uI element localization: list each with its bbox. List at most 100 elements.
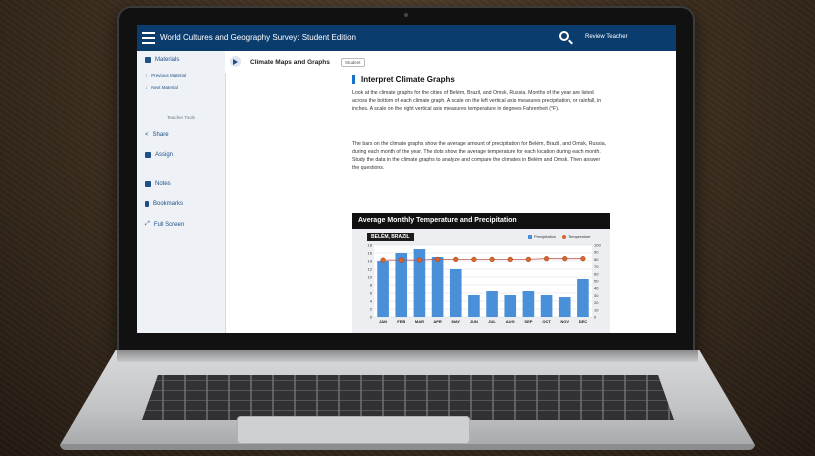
y-right-tick-label: 30 — [594, 293, 599, 298]
x-tick-label: JUN — [470, 319, 478, 324]
chart-title: Average Monthly Temperature and Precipit… — [352, 213, 610, 229]
temperature-dot — [471, 256, 477, 263]
bookmark-icon — [145, 201, 149, 207]
sidebar-item-fullscreen[interactable]: ⤢ Full Screen — [145, 221, 184, 228]
sidebar-item-assign[interactable]: Assign — [145, 152, 173, 158]
precipitation-bar — [449, 269, 462, 317]
x-tick-label: JAN — [379, 319, 387, 324]
y-left-tick-label: 2 — [370, 307, 373, 312]
y-left-tick-label: 10 — [368, 275, 373, 280]
assign-icon — [145, 152, 151, 158]
role-badge: Student — [341, 58, 365, 67]
paragraph-2: The bars on the climate graphs show the … — [352, 141, 607, 171]
sidebar-item-bookmarks[interactable]: Bookmarks — [145, 201, 183, 207]
arrow-up-icon: ↑ — [145, 73, 148, 78]
legend-temperature: Temperature — [562, 234, 590, 239]
precipitation-bar — [486, 291, 498, 317]
y-left-tick-label: 0 — [370, 315, 373, 320]
x-tick-label: SEP — [524, 319, 532, 324]
y-right-tick-label: 100 — [594, 243, 601, 248]
temperature-dot — [580, 256, 586, 262]
x-tick-label: MAR — [415, 319, 424, 324]
precipitation-bar — [468, 295, 480, 317]
x-tick-label: DEC — [579, 319, 588, 324]
temperature-dot — [398, 257, 404, 263]
y-right-tick-label: 90 — [594, 250, 599, 255]
temperature-dot — [489, 256, 495, 263]
sidebar-item-label: Next Material — [151, 85, 178, 90]
y-left-tick-label: 8 — [370, 283, 373, 288]
sidebar-item-share[interactable]: < Share — [145, 132, 169, 138]
share-icon: < — [145, 132, 149, 138]
laptop-base — [60, 350, 755, 450]
x-tick-label: FEB — [397, 319, 405, 324]
y-right-tick-label: 50 — [594, 279, 599, 284]
y-right-tick-label: 40 — [594, 286, 599, 291]
section-title: Interpret Climate Graphs — [352, 75, 455, 84]
lesson-bar: Climate Maps and Graphs Student — [225, 51, 676, 73]
x-tick-label: OCT — [542, 319, 551, 324]
sidebar-heading: Teacher Tools — [167, 115, 195, 120]
x-tick-label: AUG — [506, 319, 515, 324]
x-tick-label: NOV — [560, 319, 569, 324]
search-icon[interactable] — [559, 31, 569, 41]
y-left-tick-label: 16 — [368, 251, 373, 256]
temperature-dot — [416, 257, 423, 263]
audio-play-button[interactable] — [230, 56, 241, 67]
precipitation-bar — [540, 295, 553, 317]
precipitation-bar — [431, 257, 444, 317]
sidebar-item-materials[interactable]: Materials — [145, 57, 179, 63]
temperature-dot — [507, 256, 513, 263]
x-tick-label: APR — [433, 319, 442, 324]
precipitation-bar — [377, 261, 389, 317]
user-menu[interactable]: Review Teacher — [585, 34, 628, 40]
hinge — [117, 350, 698, 362]
temperature-dot — [543, 256, 550, 262]
sidebar-item-label: Bookmarks — [153, 201, 184, 207]
y-right-tick-label: 20 — [594, 300, 599, 305]
sidebar-item-next[interactable]: ↓ Next Material — [145, 85, 178, 90]
temperature-dot — [525, 256, 532, 263]
arrow-down-icon: ↓ — [145, 85, 148, 90]
hamburger-menu-icon[interactable] — [142, 32, 155, 44]
sidebar-item-label: Notes — [155, 181, 171, 187]
temperature-dot — [453, 256, 459, 263]
y-left-tick-label: 18 — [368, 243, 373, 248]
sidebar-item-label: Full Screen — [153, 221, 185, 228]
chart-legend: Precipitation Temperature — [528, 234, 590, 239]
app-title: World Cultures and Geography Survey: Stu… — [160, 33, 356, 42]
climate-chart: Average Monthly Temperature and Precipit… — [352, 213, 610, 333]
sidebar-item-label: Materials — [155, 57, 180, 63]
chart-subtitle: BELÉM, BRAZIL — [367, 233, 414, 241]
y-left-tick-label: 6 — [370, 291, 373, 296]
webcam — [404, 13, 408, 17]
legend-precipitation: Precipitation — [528, 234, 556, 239]
temperature-dot — [380, 257, 386, 263]
precipitation-bar — [522, 291, 535, 317]
temperature-dot — [562, 256, 568, 262]
sidebar-item-label: Previous Material — [151, 73, 187, 78]
x-tick-label: MAY — [451, 319, 460, 324]
precipitation-bar — [577, 279, 589, 317]
sidebar-item-previous[interactable]: ↑ Previous Material — [145, 73, 186, 78]
y-left-tick-label: 12 — [368, 267, 373, 272]
notes-icon — [145, 181, 151, 187]
lesson-title: Climate Maps and Graphs — [250, 59, 330, 66]
y-right-tick-label: 80 — [594, 257, 599, 262]
trackpad — [237, 416, 470, 444]
x-tick-label: JUL — [488, 319, 496, 324]
y-left-tick-label: 14 — [368, 259, 373, 264]
y-right-tick-label: 0 — [594, 315, 597, 320]
paragraph-1: Look at the climate graphs for the citie… — [352, 90, 602, 112]
sidebar-item-label: Assign — [155, 152, 174, 158]
y-right-tick-label: 60 — [594, 271, 599, 276]
sidebar-item-notes[interactable]: Notes — [145, 181, 171, 187]
laptop-screen: World Cultures and Geography Survey: Stu… — [137, 25, 676, 333]
expand-icon: ⤢ — [145, 221, 150, 227]
y-right-tick-label: 10 — [594, 307, 599, 312]
y-right-tick-label: 70 — [594, 264, 599, 269]
precipitation-bar — [558, 297, 571, 317]
y-left-tick-label: 4 — [370, 299, 373, 304]
chart-plot: 0 2 4 6 8 10 12 14 16 18 0 10 20 30 40 50 60 70 80 90 100 JAN… — [368, 243, 602, 325]
list-icon — [145, 57, 151, 63]
